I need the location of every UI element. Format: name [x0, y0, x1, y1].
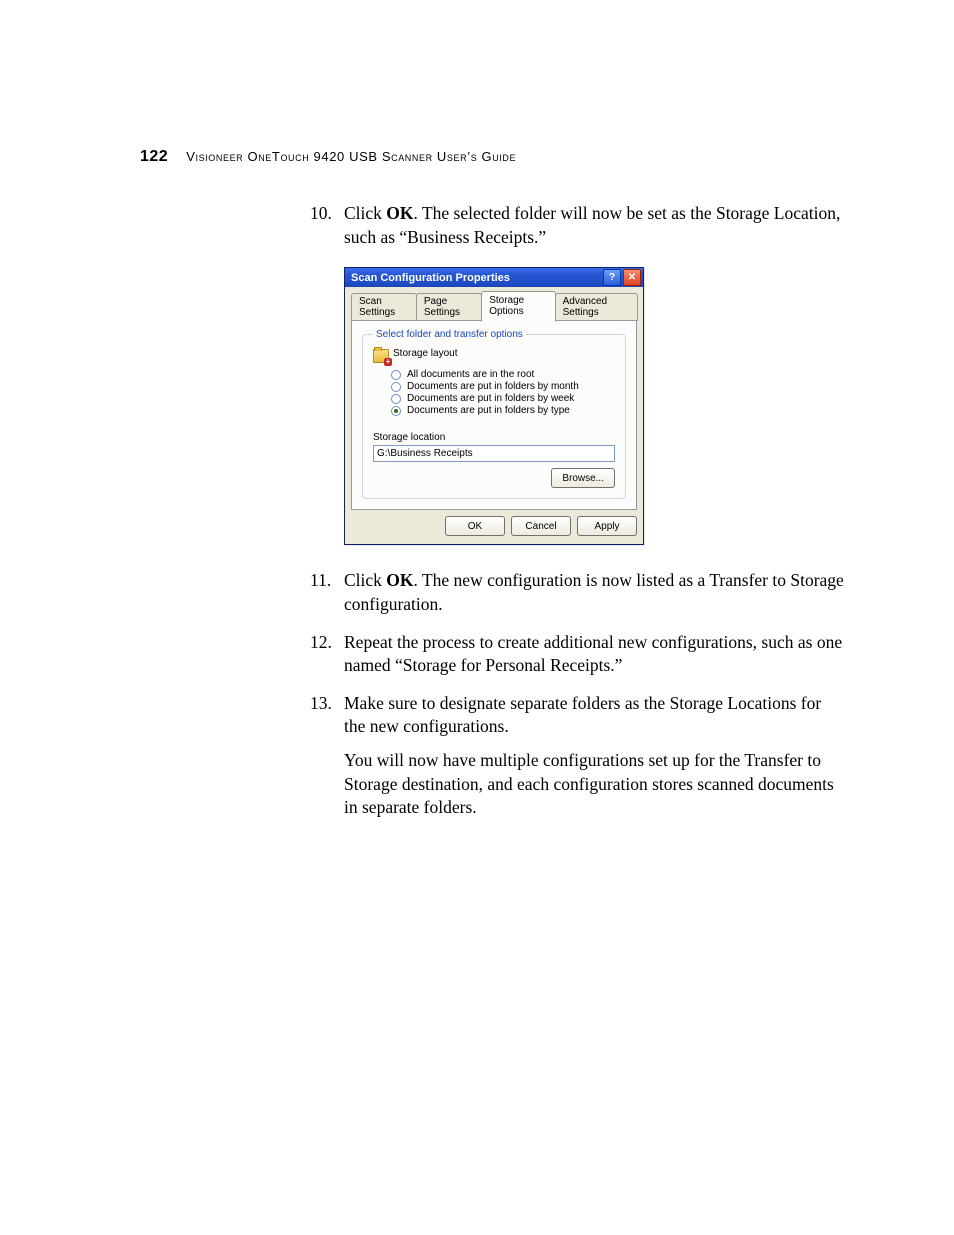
scan-config-dialog: Scan Configuration Properties ? ✕ Scan S… — [344, 267, 644, 545]
radio-icon — [391, 370, 401, 380]
guide-title: Visioneer OneTouch 9420 USB Scanner User… — [186, 149, 516, 164]
step-text: Make sure to designate separate folders … — [344, 693, 821, 737]
apply-button[interactable]: Apply — [577, 516, 637, 536]
step-text-pre: Click — [344, 203, 386, 223]
storage-path-input[interactable] — [373, 445, 615, 462]
ok-button[interactable]: OK — [445, 516, 505, 536]
tab-panel: Select folder and transfer options + Sto… — [351, 320, 637, 510]
step-13-followup: You will now have multiple configuration… — [344, 749, 844, 820]
step-text-post: . The new configuration is now listed as… — [344, 570, 844, 614]
folder-transfer-group: Select folder and transfer options + Sto… — [362, 329, 626, 499]
browse-button[interactable]: Browse... — [551, 468, 615, 488]
radio-label: Documents are put in folders by month — [407, 381, 579, 392]
help-button[interactable]: ? — [603, 269, 621, 286]
step-number: 11. — [310, 569, 331, 593]
tab-page-settings[interactable]: Page Settings — [416, 293, 482, 321]
folder-icon: + — [373, 349, 389, 363]
step-text-bold: OK — [386, 203, 413, 223]
radio-by-month[interactable]: Documents are put in folders by month — [391, 381, 615, 392]
radio-label: Documents are put in folders by week — [407, 393, 574, 404]
dialog-titlebar: Scan Configuration Properties ? ✕ — [345, 268, 643, 287]
page-number: 122 — [140, 148, 168, 166]
storage-layout-label: Storage layout — [393, 348, 458, 359]
radio-icon — [391, 394, 401, 404]
group-legend: Select folder and transfer options — [373, 329, 526, 340]
step-number: 13. — [310, 692, 332, 716]
radio-icon — [391, 382, 401, 392]
tab-storage-options[interactable]: Storage Options — [481, 291, 555, 322]
radio-label: All documents are in the root — [407, 369, 534, 380]
radio-label: Documents are put in folders by type — [407, 405, 570, 416]
cancel-button[interactable]: Cancel — [511, 516, 571, 536]
radio-icon — [391, 406, 401, 416]
step-text-pre: Click — [344, 570, 386, 590]
tab-bar: Scan Settings Page Settings Storage Opti… — [351, 291, 637, 321]
step-text-post: . The selected folder will now be set as… — [344, 203, 840, 247]
radio-by-week[interactable]: Documents are put in folders by week — [391, 393, 615, 404]
radio-root[interactable]: All documents are in the root — [391, 369, 615, 380]
running-header: 122 Visioneer OneTouch 9420 USB Scanner … — [140, 148, 844, 166]
step-number: 12. — [310, 631, 332, 655]
close-icon: ✕ — [628, 272, 636, 283]
tab-advanced-settings[interactable]: Advanced Settings — [555, 293, 638, 321]
storage-location-label: Storage location — [373, 432, 615, 443]
tab-scan-settings[interactable]: Scan Settings — [351, 293, 417, 321]
step-13: 13. Make sure to designate separate fold… — [310, 692, 844, 820]
step-11: 11. Click OK. The new configuration is n… — [310, 569, 844, 616]
help-icon: ? — [609, 272, 615, 283]
dialog-title: Scan Configuration Properties — [351, 272, 510, 284]
step-text-bold: OK — [386, 570, 413, 590]
step-12: 12. Repeat the process to create additio… — [310, 631, 844, 678]
step-number: 10. — [310, 202, 332, 226]
step-text: Repeat the process to create additional … — [344, 632, 842, 676]
radio-by-type[interactable]: Documents are put in folders by type — [391, 405, 615, 416]
step-10: 10. Click OK. The selected folder will n… — [310, 202, 844, 249]
close-button[interactable]: ✕ — [623, 269, 641, 286]
